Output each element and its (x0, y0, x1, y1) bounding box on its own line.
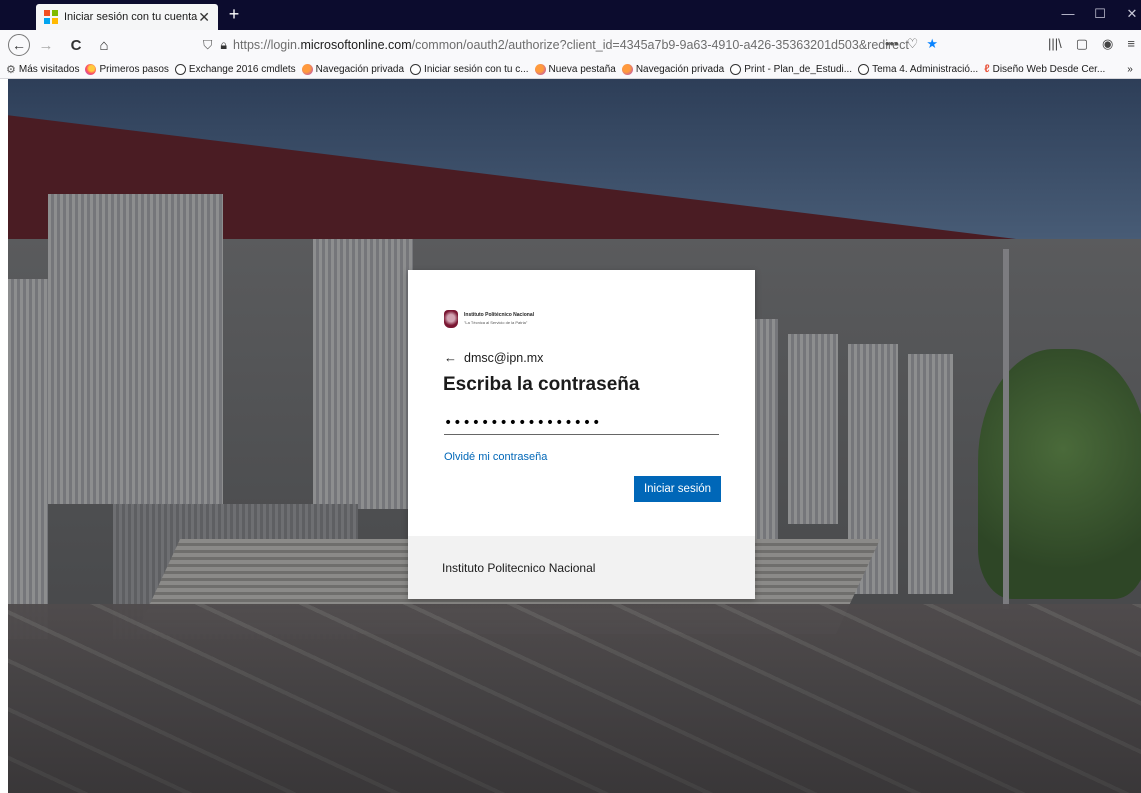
identity-email: dmsc@ipn.mx (464, 350, 544, 365)
bookmark-item[interactable]: Tema 4. Administració... (858, 63, 978, 75)
globe-icon (858, 63, 870, 75)
page-title: Escriba la contraseña (443, 374, 640, 395)
back-arrow-icon[interactable]: ← (444, 350, 457, 365)
private-icon (534, 63, 546, 75)
bookmark-item[interactable]: Nueva pestaña (534, 63, 616, 75)
bookmark-item[interactable]: Navegación privada (301, 63, 404, 75)
logo-line-2: "La Técnica al Servicio de la Patria" (464, 320, 528, 325)
bookmark-item[interactable]: Navegación privada (621, 63, 724, 75)
pillar (8, 279, 48, 639)
navigation-bar: ← → C ⌂ ⛉ 🔒︎ https://login. microsoftonli… (0, 30, 1141, 60)
card-footer: Instituto Politecnico Nacional (408, 536, 755, 599)
bookmark-item[interactable]: Print - Plan_de_Estudi... (730, 63, 852, 75)
sign-in-button[interactable]: Iniciar sesión (634, 476, 721, 502)
bookmark-star-icon[interactable]: ★ (926, 36, 938, 52)
forward-arrow-icon[interactable]: → (34, 33, 58, 57)
tab-close-icon[interactable]: ✕ (198, 9, 210, 26)
identity-banner: ← dmsc@ipn.mx (444, 350, 543, 365)
account-icon[interactable]: ◉ (1102, 36, 1113, 52)
bookmark-item[interactable]: Iniciar sesión con tu c... (410, 63, 529, 75)
more-actions-icon[interactable]: ••• (885, 36, 899, 52)
dw-icon: ℓ (984, 63, 990, 75)
minimize-icon[interactable]: — (1058, 6, 1078, 21)
login-card: Instituto Politécnico Nacional "La Técni… (408, 270, 755, 599)
gear-icon: ⚙ (6, 63, 16, 76)
ipn-seal-icon (444, 310, 458, 328)
bookmarks-bar: ⚙ Más visitados Primeros pasos Exchange 2… (0, 60, 1141, 79)
bookmark-item[interactable]: Primeros pasos (85, 63, 169, 75)
maximize-icon[interactable]: ☐ (1090, 6, 1110, 22)
private-icon (301, 63, 313, 75)
tab-strip: Iniciar sesión con tu cuenta ✕ + — ☐ ✕ (0, 0, 1141, 30)
url-prefix: https://login. (233, 38, 301, 52)
menu-icon[interactable]: ≡ (1127, 36, 1135, 52)
logo-line-1: Instituto Politécnico Nacional (464, 312, 535, 318)
url-domain: microsoftonline.com (300, 38, 412, 52)
lamp-post (1003, 249, 1009, 609)
bookmarks-overflow-icon[interactable]: » (1127, 64, 1133, 75)
shield-icon: ⛉ (203, 37, 213, 52)
home-icon[interactable]: ⌂ (92, 33, 116, 57)
pillar (908, 354, 953, 594)
password-field[interactable] (444, 412, 719, 435)
url-bar[interactable]: ⛉ 🔒︎ https://login. microsoftonline.com/c… (203, 33, 963, 57)
window-close-icon[interactable]: ✕ (1122, 6, 1141, 22)
plaza-shade (8, 604, 1141, 793)
library-icon[interactable]: |||\ (1048, 36, 1062, 52)
new-tab-button[interactable]: + (224, 4, 244, 24)
pocket-icon[interactable]: ♡ (907, 36, 919, 52)
globe-icon (410, 63, 422, 75)
sidebar-icon[interactable]: ▢ (1076, 36, 1088, 52)
forgot-password-link[interactable]: Olvidé mi contraseña (444, 451, 547, 463)
globe-icon (730, 63, 742, 75)
organization-logo: Instituto Politécnico Nacional "La Técni… (444, 310, 534, 328)
bookmark-item[interactable]: Exchange 2016 cmdlets (174, 63, 296, 75)
footer-text: Instituto Politecnico Nacional (442, 560, 596, 575)
tab-title: Iniciar sesión con tu cuenta (64, 11, 198, 23)
reload-icon[interactable]: C (64, 33, 88, 57)
globe-icon (174, 63, 186, 75)
tab-active[interactable]: Iniciar sesión con tu cuenta ✕ (36, 4, 218, 30)
firefox-icon (85, 63, 97, 75)
microsoft-logo-icon (44, 10, 58, 24)
bookmark-item[interactable]: ⚙ Más visitados (6, 63, 79, 76)
lock-icon: 🔒︎ (220, 37, 228, 52)
back-arrow-icon[interactable]: ← (8, 34, 30, 56)
bookmark-item[interactable]: ℓ Diseño Web Desde Cer... (984, 63, 1105, 75)
url-path: /common/oauth2/authorize?client_id=4345a… (411, 38, 909, 52)
pillar (313, 239, 413, 509)
pillar (788, 334, 838, 524)
pillar (48, 194, 223, 504)
private-icon (621, 63, 633, 75)
